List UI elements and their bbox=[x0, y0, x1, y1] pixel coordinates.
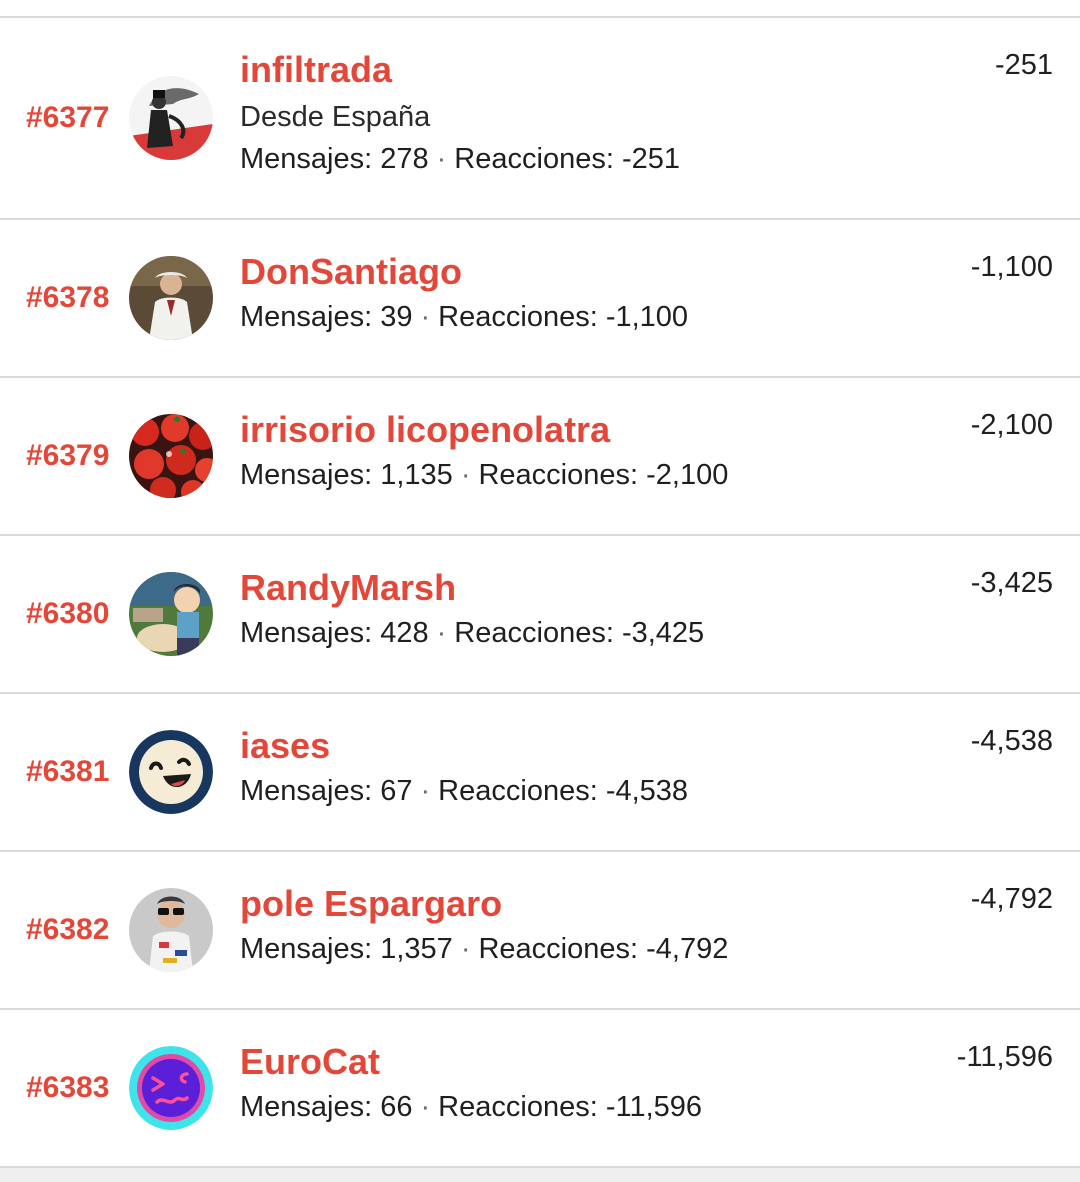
messages-count: 278 bbox=[380, 143, 429, 175]
man-with-sunglasses-avatar[interactable] bbox=[129, 888, 213, 972]
member-stats: Mensajes: 428 · Reacciones: -3,425 bbox=[240, 616, 704, 650]
top-divider bbox=[0, 0, 1080, 18]
member-stats: Mensajes: 1,135 · Reacciones: -2,100 bbox=[240, 458, 728, 492]
member-score: -3,425 bbox=[970, 567, 1053, 599]
member-stats: Mensajes: 66 · Reacciones: -11,596 bbox=[240, 1090, 702, 1124]
member-score: -2,100 bbox=[970, 409, 1053, 441]
member-rank: #6382 bbox=[26, 913, 110, 946]
member-row[interactable]: #6379 irrisorio licopenolatra Mensajes: bbox=[0, 378, 1080, 536]
member-row[interactable]: #6383 EuroCat Mensajes: 66 · Reacciones: -… bbox=[0, 1010, 1080, 1168]
member-rank: #6378 bbox=[26, 281, 110, 314]
member-rank: #6380 bbox=[26, 597, 110, 630]
member-username-link[interactable]: infiltrada bbox=[240, 50, 680, 90]
reactions-label: Reacciones: bbox=[438, 775, 598, 807]
reactions-label: Reacciones: bbox=[454, 143, 614, 175]
reactions-count: -3,425 bbox=[621, 617, 705, 649]
member-location: Desde España bbox=[240, 101, 431, 133]
member-rank: #6377 bbox=[26, 101, 110, 134]
list-footer-band bbox=[0, 1168, 1080, 1182]
member-stats: Mensajes: 67 · Reacciones: -4,538 bbox=[240, 774, 688, 808]
messages-count: 39 bbox=[380, 301, 413, 333]
member-stats: Mensajes: 1,357 · Reacciones: -4,792 bbox=[240, 932, 728, 966]
reactions-count: -4,538 bbox=[605, 775, 689, 807]
reactions-count: -1,100 bbox=[605, 301, 689, 333]
member-username-link[interactable]: RandyMarsh bbox=[240, 568, 704, 608]
reactions-label: Reacciones: bbox=[478, 459, 639, 491]
stats-separator: · bbox=[436, 617, 447, 649]
reactions-label: Reacciones: bbox=[478, 933, 639, 965]
messages-label: Mensajes: bbox=[240, 143, 373, 175]
reactions-count: -4,792 bbox=[646, 933, 729, 965]
stats-separator: · bbox=[420, 775, 431, 807]
member-info: DonSantiago Mensajes: 39 · Reacciones: -1,… bbox=[240, 252, 688, 334]
man-in-white-coat-avatar[interactable] bbox=[129, 256, 213, 340]
member-username-link[interactable]: iases bbox=[240, 726, 688, 766]
member-rank: #6383 bbox=[26, 1071, 110, 1104]
reactions-count: -251 bbox=[621, 143, 680, 175]
member-score: -11,596 bbox=[956, 1041, 1053, 1073]
member-stats: Mensajes: 39 · Reacciones: -1,100 bbox=[240, 300, 688, 334]
messages-count: 428 bbox=[380, 617, 429, 649]
stats-separator: · bbox=[460, 459, 471, 491]
stats-separator: · bbox=[420, 301, 431, 333]
member-stats: Mensajes: 278 · Reacciones: -251 bbox=[240, 142, 680, 176]
reactions-label: Reacciones: bbox=[454, 617, 614, 649]
member-rank: #6379 bbox=[26, 439, 110, 472]
messages-label: Mensajes: bbox=[240, 301, 373, 333]
reactions-count: -2,100 bbox=[646, 459, 729, 491]
member-score: -251 bbox=[994, 49, 1053, 81]
tomatoes-avatar[interactable] bbox=[129, 414, 213, 498]
member-row[interactable]: #6380 RandyMarsh Mensajes: 428 · Reaccione… bbox=[0, 536, 1080, 694]
messages-label: Mensajes: bbox=[240, 617, 373, 649]
member-info: RandyMarsh Mensajes: 428 · Reacciones: -3,… bbox=[240, 568, 704, 650]
member-rank: #6381 bbox=[26, 755, 110, 788]
stats-separator: · bbox=[460, 933, 471, 965]
member-row[interactable]: #6381 iases Mensajes: 67 · Reacciones: -4,… bbox=[0, 694, 1080, 852]
member-row[interactable]: #6382 pole Espargaro Mensajes: 1,357 · Rea… bbox=[0, 852, 1080, 1010]
stats-separator: · bbox=[436, 143, 447, 175]
member-username-link[interactable]: EuroCat bbox=[240, 1042, 702, 1082]
messages-count: 66 bbox=[380, 1091, 413, 1123]
member-info: iases Mensajes: 67 · Reacciones: -4,538 bbox=[240, 726, 688, 808]
sketch-figure-avatar[interactable] bbox=[129, 76, 213, 160]
member-score: -1,100 bbox=[970, 251, 1053, 283]
messages-label: Mensajes: bbox=[240, 933, 373, 965]
member-info: EuroCat Mensajes: 66 · Reacciones: -11,596 bbox=[240, 1042, 702, 1124]
member-info: pole Espargaro Mensajes: 1,357 · Reaccione… bbox=[240, 884, 728, 966]
messages-count: 1,357 bbox=[380, 933, 453, 965]
member-row[interactable]: #6378 DonSantiago Mensajes: 39 · Reaccione… bbox=[0, 220, 1080, 378]
member-info: irrisorio licopenolatra Mensajes: 1,135 ·… bbox=[240, 410, 728, 492]
reactions-count: -11,596 bbox=[605, 1091, 703, 1123]
cartoon-character-avatar[interactable] bbox=[129, 572, 213, 656]
messages-label: Mensajes: bbox=[240, 1091, 373, 1123]
member-info: infiltrada Desde España Mensajes: 278 · Re… bbox=[240, 50, 680, 176]
member-score: -4,538 bbox=[970, 725, 1053, 757]
messages-label: Mensajes: bbox=[240, 775, 373, 807]
reactions-label: Reacciones: bbox=[438, 301, 598, 333]
member-username-link[interactable]: DonSantiago bbox=[240, 252, 688, 292]
messages-count: 67 bbox=[380, 775, 413, 807]
messages-count: 1,135 bbox=[380, 459, 453, 491]
stats-separator: · bbox=[420, 1091, 431, 1123]
purple-wincing-face-avatar[interactable] bbox=[129, 1046, 213, 1130]
member-score: -4,792 bbox=[970, 883, 1053, 915]
member-username-link[interactable]: pole Espargaro bbox=[240, 884, 728, 924]
member-username-link[interactable]: irrisorio licopenolatra bbox=[240, 410, 728, 450]
reactions-label: Reacciones: bbox=[438, 1091, 598, 1123]
laughing-face-avatar[interactable] bbox=[129, 730, 213, 814]
member-list: #6377 infiltrada Desde España Mensajes: … bbox=[0, 0, 1080, 1182]
member-row[interactable]: #6377 infiltrada Desde España Mensajes: … bbox=[0, 18, 1080, 220]
messages-label: Mensajes: bbox=[240, 459, 373, 491]
